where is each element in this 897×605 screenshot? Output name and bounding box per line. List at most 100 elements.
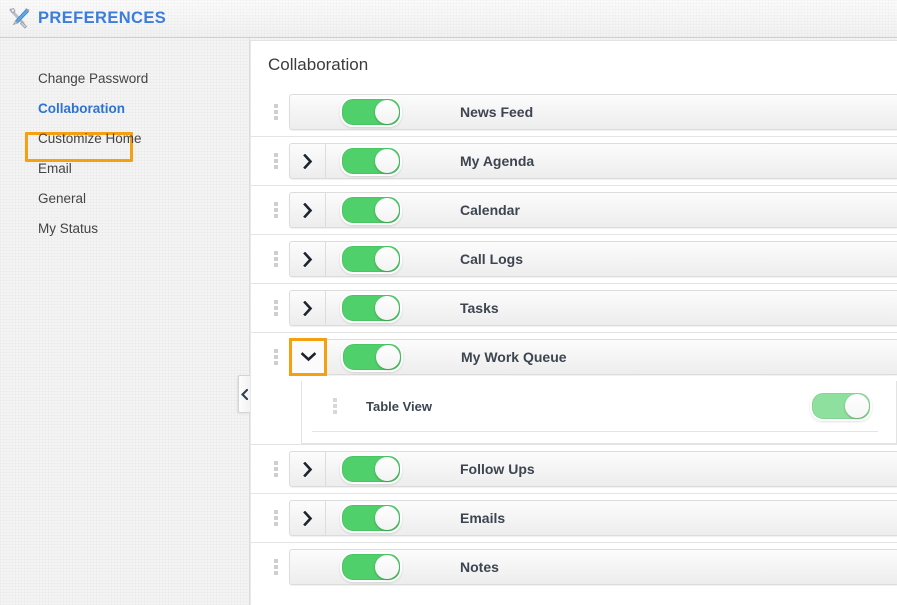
chevron-right-icon <box>302 461 312 477</box>
tools-icon <box>9 7 30 29</box>
toggle-knob <box>375 296 399 320</box>
module-row-expanded: My Work Queue Table View <box>251 332 897 444</box>
drag-dots-icon[interactable] <box>251 153 289 169</box>
module-row: Notes <box>251 542 897 591</box>
sidebar-item-collaboration[interactable]: Collaboration <box>38 101 125 117</box>
module-toggle[interactable] <box>340 293 402 323</box>
module-row: Tasks <box>251 283 897 332</box>
module-header: My Agenda <box>251 137 897 185</box>
toggle-knob <box>376 345 400 369</box>
module-toggle[interactable] <box>340 244 402 274</box>
module-toggle[interactable] <box>340 503 402 533</box>
expand-button[interactable] <box>290 291 326 325</box>
module-card: My Work Queue <box>289 338 897 376</box>
module-label: Follow Ups <box>460 461 535 477</box>
module-row: Call Logs <box>251 234 897 283</box>
module-label: My Work Queue <box>461 349 567 365</box>
expand-button[interactable] <box>290 144 326 178</box>
chevron-right-icon <box>302 251 312 267</box>
module-row: News Feed <box>251 88 897 136</box>
drag-dots-icon[interactable] <box>312 398 344 414</box>
expand-button[interactable] <box>290 501 326 535</box>
module-card: Calendar <box>289 192 897 228</box>
children-panel-footer <box>302 432 896 443</box>
drag-dots-icon[interactable] <box>251 349 289 365</box>
expand-button[interactable] <box>290 242 326 276</box>
app-header: PREFERENCES <box>0 0 897 38</box>
module-label: My Agenda <box>460 153 535 169</box>
module-row: Calendar <box>251 185 897 234</box>
drag-dots-icon[interactable] <box>251 510 289 526</box>
expand-button[interactable] <box>290 452 326 486</box>
chevron-right-icon <box>302 202 312 218</box>
toggle-knob <box>375 247 399 271</box>
toggle-knob <box>375 555 399 579</box>
module-toggle[interactable] <box>341 342 403 372</box>
sidebar-item-email[interactable]: Email <box>38 161 72 177</box>
chevron-down-icon <box>300 352 316 362</box>
module-row: My Agenda <box>251 136 897 185</box>
module-label: News Feed <box>460 104 534 120</box>
chevron-left-icon <box>241 388 248 400</box>
sidebar-item-customize-home[interactable]: Customize Home <box>38 131 142 147</box>
module-card: Tasks <box>289 290 897 326</box>
module-card: Notes <box>289 549 897 585</box>
child-toggle[interactable] <box>810 391 872 421</box>
module-toggle[interactable] <box>340 146 402 176</box>
module-toggle[interactable] <box>340 454 402 484</box>
module-card: My Agenda <box>289 143 897 179</box>
module-label: Tasks <box>460 300 499 316</box>
module-children-panel: Table View <box>301 381 897 444</box>
module-header: Call Logs <box>251 235 897 283</box>
module-card: Call Logs <box>289 241 897 277</box>
expand-button[interactable] <box>290 193 326 227</box>
sidebar-item-change-password[interactable]: Change Password <box>38 71 148 87</box>
module-header: Notes <box>251 543 897 591</box>
module-toggle[interactable] <box>340 97 402 127</box>
module-row: Emails <box>251 493 897 542</box>
chevron-right-icon <box>302 300 312 316</box>
child-label: Table View <box>366 398 432 414</box>
sidebar-item-general[interactable]: General <box>38 191 86 207</box>
module-header: Follow Ups <box>251 445 897 493</box>
drag-dots-icon[interactable] <box>251 300 289 316</box>
child-row: Table View <box>312 381 878 432</box>
module-label: Notes <box>460 559 499 575</box>
module-toggle[interactable] <box>340 552 402 582</box>
module-row: Follow Ups <box>251 444 897 493</box>
drag-dots-icon[interactable] <box>251 251 289 267</box>
drag-dots-icon[interactable] <box>251 104 289 120</box>
page-title: PREFERENCES <box>38 8 167 27</box>
drag-dots-icon[interactable] <box>251 559 289 575</box>
expander-placeholder <box>290 550 326 584</box>
drag-dots-icon[interactable] <box>251 202 289 218</box>
collapse-button-highlighted[interactable] <box>289 338 327 376</box>
chevron-right-icon <box>302 510 312 526</box>
module-header: Emails <box>251 494 897 542</box>
toggle-knob <box>375 506 399 530</box>
module-card: Emails <box>289 500 897 536</box>
module-toggle[interactable] <box>340 195 402 225</box>
module-list: News Feed My Agenda Calendar Call Logs T… <box>251 88 897 591</box>
module-header: Calendar <box>251 186 897 234</box>
toggle-knob <box>375 198 399 222</box>
module-card: News Feed <box>289 94 897 130</box>
module-label: Emails <box>460 510 506 526</box>
toggle-knob <box>845 394 869 418</box>
module-label: Call Logs <box>460 251 524 267</box>
module-header: Tasks <box>251 284 897 332</box>
sidebar-item-my-status[interactable]: My Status <box>38 221 98 237</box>
module-header: My Work Queue <box>251 333 897 381</box>
toggle-knob <box>375 100 399 124</box>
chevron-right-icon <box>302 153 312 169</box>
preferences-sidebar: Change Password Collaboration Customize … <box>0 38 250 605</box>
collaboration-panel: Collaboration News Feed My Agenda Calend… <box>250 40 897 605</box>
panel-title: Collaboration <box>268 55 369 74</box>
toggle-knob <box>375 149 399 173</box>
module-header: News Feed <box>251 88 897 136</box>
module-label: Calendar <box>460 202 520 218</box>
expander-placeholder <box>290 95 326 129</box>
module-card: Follow Ups <box>289 451 897 487</box>
toggle-knob <box>375 457 399 481</box>
drag-dots-icon[interactable] <box>251 461 289 477</box>
